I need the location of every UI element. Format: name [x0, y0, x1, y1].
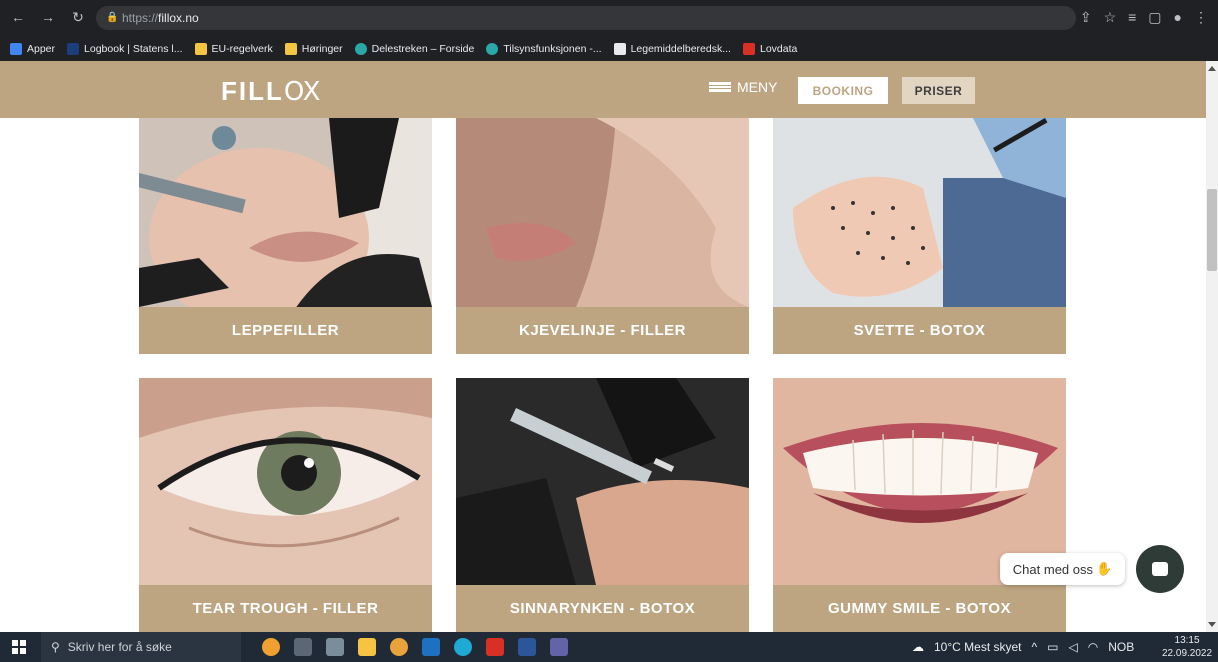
more-icon[interactable]: ⋮ [1194, 9, 1208, 26]
taskbar-search[interactable]: ⚲ Skriv her for å søke [41, 632, 241, 662]
folder-icon [284, 43, 297, 55]
address-bar[interactable]: 🔒 https://fillox.no [96, 6, 1076, 30]
side-panel-icon[interactable]: ▢ [1148, 9, 1161, 26]
treatment-label: SVETTE - BOTOX [773, 307, 1066, 354]
back-icon[interactable]: ← [10, 9, 26, 26]
forward-icon[interactable]: → [40, 9, 56, 26]
volume-icon[interactable]: ◁ [1068, 640, 1077, 654]
lips-injection-image [139, 118, 432, 307]
wifi-icon[interactable]: ◠ [1088, 640, 1098, 654]
bookmark-lovdata[interactable]: Lovdata [742, 43, 797, 55]
clock[interactable]: 13:15 22.09.2022 [1162, 634, 1212, 660]
url-text: https://fillox.no [122, 11, 199, 25]
weather-text[interactable]: 10°C Mest skyet [934, 640, 1022, 654]
bookmark-delestreken[interactable]: Delestreken – Forside [354, 43, 474, 55]
priser-button[interactable]: PRISER [902, 77, 975, 104]
apps-icon [10, 43, 22, 55]
clock-date: 22.09.2022 [1162, 648, 1213, 659]
hamburger-icon [709, 82, 731, 92]
treatment-card-tear-trough[interactable]: TEAR TROUGH - FILLER [139, 378, 432, 632]
browser-actions: ⇪ ☆ ≡ ▢ ● ⋮ [1080, 9, 1208, 26]
clock-time: 13:15 [1174, 635, 1200, 646]
treatment-label: TEAR TROUGH - FILLER [139, 585, 432, 632]
palm-injection-image [773, 118, 1066, 307]
chat-bubble[interactable]: Chat med oss ✋ [1000, 553, 1125, 585]
file-explorer-icon[interactable] [358, 638, 376, 656]
edge-icon[interactable] [454, 638, 472, 656]
cloud-icon: ☁ [912, 640, 924, 654]
scroll-thumb[interactable] [1207, 189, 1217, 271]
chrome-icon[interactable] [390, 638, 408, 656]
bookmark-apps[interactable]: Apper [10, 43, 55, 55]
acrobat-icon[interactable] [486, 638, 504, 656]
scroll-down-icon[interactable] [1208, 622, 1216, 627]
bookmark-tilsyn[interactable]: Tilsynsfunksjonen -... [486, 43, 602, 55]
star-icon[interactable]: ☆ [1104, 9, 1117, 26]
lovdata-icon [742, 43, 755, 55]
treatment-label: LEPPEFILLER [139, 307, 432, 354]
treatment-label: KJEVELINJE - FILLER [456, 307, 749, 354]
wave-icon: ✋ [1096, 561, 1113, 576]
treatment-card-sinnarynken[interactable]: SINNARYNKEN - BOTOX [456, 378, 749, 632]
bookmark-eu[interactable]: EU-regelverk [194, 43, 273, 55]
share-icon[interactable]: ⇪ [1080, 9, 1092, 26]
outlook-icon[interactable] [422, 638, 440, 656]
eye-image [139, 378, 432, 585]
bookmark-legemiddel[interactable]: Legemiddelberedsk... [613, 43, 731, 55]
menu-label: MENY [737, 79, 778, 95]
lock-icon: 🔒 [106, 12, 119, 23]
language-indicator[interactable]: NOB [1108, 640, 1134, 654]
page-scrollbar[interactable] [1206, 61, 1218, 632]
chat-icon [1152, 562, 1168, 576]
treatment-card-gummy-smile[interactable]: GUMMY SMILE - BOTOX [773, 378, 1066, 632]
windows-taskbar: ⚲ Skriv her for å søke ☁ 10°C Mest skyet… [0, 632, 1218, 662]
bookmark-horinger[interactable]: Høringer [284, 43, 343, 55]
browser-nav: ← → ↻ [10, 9, 86, 26]
treatment-card-kjevelinje[interactable]: KJEVELINJE - FILLER [456, 118, 749, 354]
word-icon[interactable] [518, 638, 536, 656]
task-view-icon[interactable] [294, 638, 312, 656]
chevron-up-icon[interactable]: ^ [1032, 640, 1038, 654]
tilsyn-icon [486, 43, 499, 55]
windows-start-icon[interactable] [12, 640, 26, 654]
booking-button[interactable]: BOOKING [798, 77, 888, 104]
treatment-card-leppefiller[interactable]: LEPPEFILLER [139, 118, 432, 354]
search-placeholder: Skriv her for å søke [67, 640, 172, 654]
weather-widget-icon[interactable] [262, 638, 280, 656]
bookmark-logbook[interactable]: Logbook | Statens l... [67, 43, 183, 55]
search-icon: ⚲ [51, 640, 60, 654]
delestreken-icon [354, 43, 367, 55]
jawline-image [456, 118, 749, 307]
taskbar-apps [262, 638, 568, 656]
teams-icon[interactable] [550, 638, 568, 656]
battery-icon[interactable]: ▭ [1047, 640, 1058, 654]
folder-icon [194, 43, 207, 55]
logbook-icon [67, 43, 80, 55]
scroll-up-icon[interactable] [1208, 66, 1216, 71]
chat-label: Chat med oss [1012, 561, 1093, 577]
document-icon [613, 43, 626, 55]
syringe-forehead-image [456, 378, 749, 585]
treatment-label: SINNARYNKEN - BOTOX [456, 585, 749, 632]
bookmarks-bar: Apper Logbook | Statens l... EU-regelver… [0, 37, 1218, 61]
menu-button[interactable]: MENY [709, 79, 777, 95]
chat-button[interactable] [1136, 545, 1184, 593]
reload-icon[interactable]: ↻ [70, 9, 86, 26]
profile-icon[interactable]: ● [1174, 9, 1182, 26]
treatment-card-svette[interactable]: SVETTE - BOTOX [773, 118, 1066, 354]
fillox-logo[interactable]: FILLOX [221, 76, 321, 107]
snipping-icon[interactable] [326, 638, 344, 656]
system-tray: ☁ 10°C Mest skyet ^ ▭ ◁ ◠ NOB [912, 632, 1134, 662]
site-header: FILLOX MENY BOOKING PRISER [0, 61, 1206, 118]
browser-toolbar: ← → ↻ 🔒 https://fillox.no ⇪ ☆ ≡ ▢ ● ⋮ [0, 0, 1218, 37]
treatment-label: GUMMY SMILE - BOTOX [773, 585, 1066, 632]
reading-list-icon[interactable]: ≡ [1128, 9, 1136, 26]
